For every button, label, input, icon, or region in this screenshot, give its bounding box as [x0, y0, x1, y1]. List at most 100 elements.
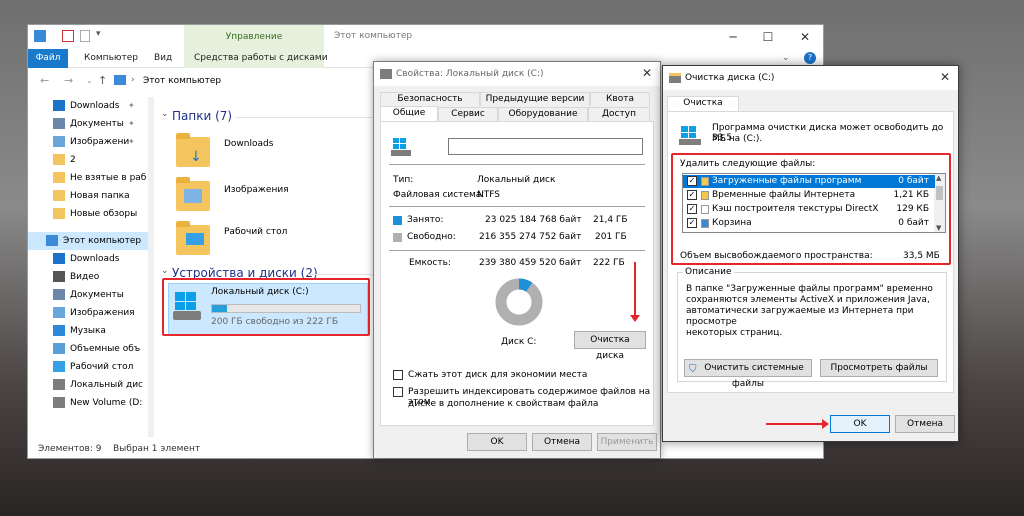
compress-label: Сжать этот диск для экономии места: [408, 370, 588, 380]
type-value: Локальный диск: [477, 175, 556, 185]
new-document-icon[interactable]: [80, 30, 90, 42]
fs-value: NTFS: [477, 190, 500, 200]
tab-service[interactable]: Сервис: [438, 107, 498, 121]
used-bytes: 23 025 184 768 байт: [485, 215, 582, 225]
description-title: Описание: [683, 267, 734, 277]
ok-button[interactable]: OK: [467, 433, 527, 451]
folders-group-title[interactable]: Папки (7): [172, 109, 232, 123]
sidebar-item[interactable]: Музыка: [28, 322, 148, 340]
sidebar-item-label: Этот компьютер: [63, 236, 142, 246]
sidebar-item[interactable]: Новые обзоры: [28, 205, 148, 223]
sidebar-item-label: Изображени: [70, 137, 130, 147]
disk-cleanup-button[interactable]: Очистка диска: [574, 331, 646, 361]
drive-icon: [53, 397, 65, 408]
folder-icon: [53, 208, 65, 219]
sidebar-item[interactable]: Документы ✦: [28, 115, 148, 133]
highlight-box: [671, 153, 951, 265]
computer-icon: [114, 75, 126, 85]
ok-button[interactable]: OK: [830, 415, 890, 433]
address-path[interactable]: Этот компьютер: [143, 76, 221, 86]
video-icon: [53, 271, 65, 282]
index-checkbox[interactable]: [393, 387, 403, 397]
volume-label-input[interactable]: [448, 138, 643, 155]
sidebar-item[interactable]: New Volume (D:: [28, 394, 148, 412]
index-label-line2: диске в дополнение к свойствам файла: [408, 399, 599, 409]
tab-sharing[interactable]: Доступ: [588, 107, 650, 121]
close-icon[interactable]: ✕: [790, 28, 820, 46]
free-gb: 201 ГБ: [595, 232, 627, 242]
recent-dropdown-icon[interactable]: ⌄: [86, 76, 93, 85]
sidebar-item[interactable]: Локальный дис: [28, 376, 148, 394]
menu-file[interactable]: Файл: [28, 49, 68, 68]
menu-view[interactable]: Вид: [154, 49, 172, 68]
sidebar-item[interactable]: Объемные объ: [28, 340, 148, 358]
view-files-button[interactable]: Просмотреть файлы: [820, 359, 938, 377]
tab-general[interactable]: Общие: [380, 106, 438, 122]
ribbon-context-tab-manage[interactable]: Управление: [184, 25, 324, 49]
sidebar-item[interactable]: Downloads ✦: [28, 97, 148, 115]
sidebar-item[interactable]: Видео: [28, 268, 148, 286]
folder-tile-downloads[interactable]: ↓ Downloads: [176, 133, 336, 183]
type-label: Тип:: [393, 175, 414, 185]
menu-disk-tools[interactable]: Средства работы с дисками: [194, 49, 328, 68]
folder-icon: [53, 190, 65, 201]
apply-button[interactable]: Применить: [597, 433, 657, 451]
capacity-label: Емкость:: [409, 258, 451, 268]
collapse-chevron-icon[interactable]: ⌄: [161, 266, 169, 276]
menu-computer[interactable]: Компьютер: [84, 49, 138, 68]
highlight-box: [162, 278, 370, 336]
navigation-scrollbar[interactable]: [148, 97, 154, 437]
cancel-button[interactable]: Отмена: [895, 415, 955, 433]
sidebar-item[interactable]: Изображения: [28, 304, 148, 322]
tab-security[interactable]: Безопасность: [380, 92, 480, 106]
close-icon[interactable]: ✕: [940, 70, 950, 84]
minimize-icon[interactable]: ─: [718, 28, 748, 46]
folder-icon: [53, 154, 65, 165]
window-title: Этот компьютер: [334, 31, 413, 41]
properties-icon[interactable]: [62, 30, 74, 42]
computer-icon: [46, 235, 58, 246]
close-icon[interactable]: ✕: [642, 66, 652, 80]
shield-icon: ⛉: [689, 364, 697, 375]
tab-disk-cleanup[interactable]: Очистка диска: [667, 96, 739, 121]
collapse-chevron-icon[interactable]: ⌄: [161, 109, 169, 119]
folder-tile-pictures[interactable]: Изображения: [176, 177, 336, 227]
free-label: Свободно:: [407, 232, 456, 242]
capacity-gb: 222 ГБ: [593, 258, 625, 268]
tab-hardware[interactable]: Оборудование: [498, 107, 588, 121]
folder-tile-desktop[interactable]: Рабочий стол: [176, 221, 336, 271]
help-icon[interactable]: ?: [804, 52, 816, 64]
sidebar-item[interactable]: Этот компьютер: [28, 232, 148, 250]
sidebar-item[interactable]: Рабочий стол: [28, 358, 148, 376]
windows-drive-icon: [679, 126, 703, 146]
windows-drive-icon: [391, 138, 413, 156]
sidebar-item[interactable]: 2: [28, 151, 148, 169]
documents-icon: [53, 118, 65, 129]
tab-previous-versions[interactable]: Предыдущие версии: [480, 92, 590, 106]
sidebar-item-label: Объемные объ: [70, 344, 141, 354]
up-arrow-icon[interactable]: ↑: [98, 74, 107, 87]
sidebar-item-label: Изображения: [70, 308, 135, 318]
breadcrumb-chevron-icon[interactable]: ›: [131, 75, 135, 85]
compress-checkbox[interactable]: [393, 370, 403, 380]
fs-label: Файловая система:: [393, 190, 485, 200]
capacity-bytes: 239 380 459 520 байт: [479, 258, 582, 268]
ribbon-expand-icon[interactable]: ⌄: [782, 53, 790, 63]
maximize-icon[interactable]: ☐: [753, 28, 783, 46]
sidebar-item-label: Видео: [70, 272, 100, 282]
3d-objects-icon: [53, 343, 65, 354]
tab-quota[interactable]: Квота: [590, 92, 650, 106]
sidebar-item[interactable]: Не взятые в раб: [28, 169, 148, 187]
forward-arrow-icon[interactable]: →: [64, 74, 73, 87]
quick-access-dropdown-icon[interactable]: ▾: [96, 29, 101, 39]
sidebar-item[interactable]: Изображени ✦: [28, 133, 148, 151]
back-arrow-icon[interactable]: ←: [40, 74, 49, 87]
sidebar-item[interactable]: Новая папка: [28, 187, 148, 205]
sidebar-item-label: Новая папка: [70, 191, 130, 201]
pictures-icon: [53, 136, 65, 147]
sidebar-item[interactable]: Документы: [28, 286, 148, 304]
cleanup-title: Очистка диска (C:): [685, 73, 775, 83]
cancel-button[interactable]: Отмена: [532, 433, 592, 451]
clean-system-files-button[interactable]: ⛉ Очистить системные файлы: [684, 359, 812, 389]
sidebar-item[interactable]: Downloads: [28, 250, 148, 268]
